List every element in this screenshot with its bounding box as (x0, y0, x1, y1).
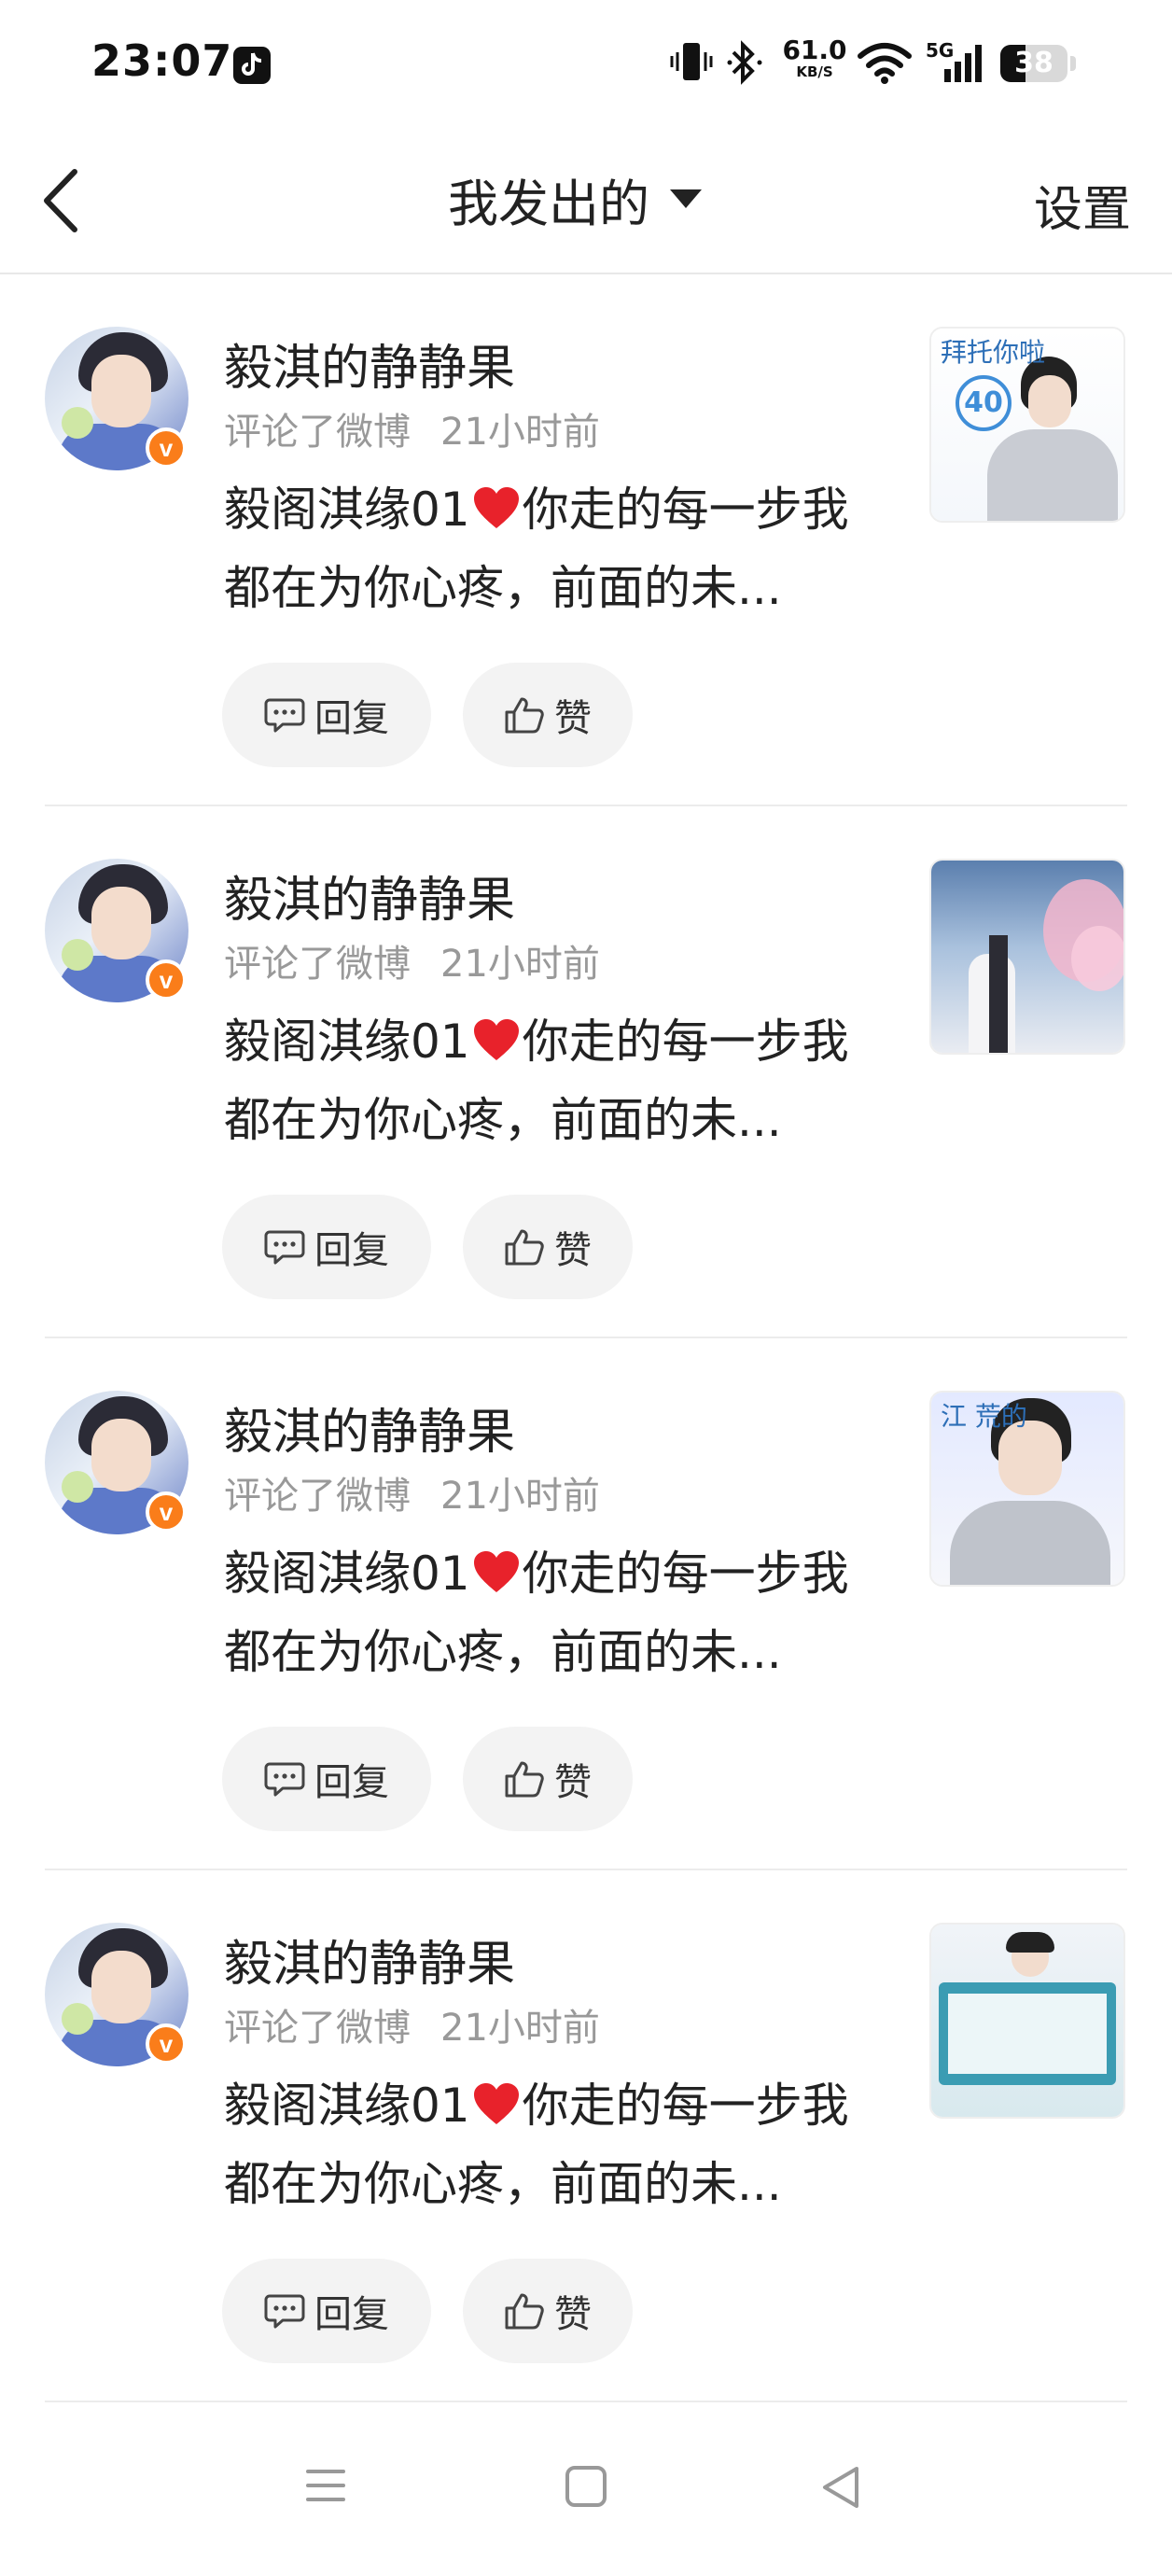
like-button[interactable]: 赞 (463, 1195, 633, 1299)
back-triangle-icon[interactable] (819, 2464, 862, 2511)
comment-feed: v 毅淇的静静果 评论了微博 21小时前 毅阁淇缘01 你走的每一步我都在为你心疼，前面的… (0, 274, 1172, 2402)
action-text: 评论了微博 (224, 2007, 411, 2050)
thumbs-up-icon (505, 697, 544, 734)
comment-text-prefix: 毅阁淇缘01 (224, 1547, 470, 1601)
like-button[interactable]: 赞 (463, 2259, 633, 2363)
verified-badge-icon: v (146, 959, 187, 1001)
weibo-thumbnail[interactable]: 江 荒的 (929, 1391, 1125, 1587)
net-speed: 61.0 KB/S (782, 35, 847, 80)
comment-icon (264, 2294, 305, 2329)
action-text: 评论了微博 (224, 411, 411, 454)
comment-item[interactable]: v 毅淇的静静果评论了微博 21小时前毅阁淇缘01 你走的每一步我都在为你心疼，前面的… (0, 274, 1172, 806)
username[interactable]: 毅淇的静静果 (224, 1925, 515, 1995)
like-label: 赞 (554, 2293, 592, 2336)
reply-label: 回复 (314, 1229, 389, 1272)
weibo-thumbnail[interactable] (929, 859, 1125, 1055)
comment-text[interactable]: 毅阁淇缘01 你走的每一步我都在为你心疼，前面的未... (224, 2066, 877, 2223)
username[interactable]: 毅淇的静静果 (224, 861, 515, 931)
verified-badge-icon: v (146, 2023, 187, 2065)
back-button[interactable] (34, 159, 108, 243)
comment-icon (264, 698, 305, 733)
username[interactable]: 毅淇的静静果 (224, 1393, 515, 1463)
home-icon[interactable] (564, 2464, 608, 2509)
reply-button[interactable]: 回复 (222, 1195, 431, 1299)
like-label: 赞 (554, 1761, 592, 1804)
thumbs-up-icon (505, 1761, 544, 1798)
reply-label: 回复 (314, 2293, 389, 2336)
battery-level: 38 (1014, 47, 1053, 79)
status-time: 23:07 (91, 35, 233, 86)
comment-text-prefix: 毅阁淇缘01 (224, 1015, 470, 1069)
bluetooth-icon (727, 40, 762, 85)
system-nav-bar (0, 2408, 1172, 2576)
comment-meta: 评论了微博 21小时前 (224, 1997, 600, 2051)
status-bar: 23:07 61.0 KB/S 5G 38 (0, 0, 1172, 131)
like-label: 赞 (554, 1229, 592, 1272)
reply-button[interactable]: 回复 (222, 2259, 431, 2363)
settings-button[interactable]: 设置 (1034, 170, 1131, 240)
comment-item[interactable]: v 毅淇的静静果评论了微博 21小时前毅阁淇缘01 你走的每一步我都在为你心疼，前面的… (0, 1870, 1172, 2402)
comment-text-prefix: 毅阁淇缘01 (224, 483, 470, 537)
comment-item[interactable]: v 毅淇的静静果评论了微博 21小时前毅阁淇缘01 你走的每一步我都在为你心疼，前面的… (0, 1338, 1172, 1870)
action-text: 评论了微博 (224, 943, 411, 986)
comment-text[interactable]: 毅阁淇缘01 你走的每一步我都在为你心疼，前面的未... (224, 1002, 877, 1159)
page-title: 我发出的 (448, 174, 649, 233)
thumbs-up-icon (505, 2293, 544, 2330)
like-button[interactable]: 赞 (463, 663, 633, 767)
thumbnail-caption: 江 荒的 (941, 1401, 1027, 1432)
vibrate-icon (670, 43, 713, 80)
comment-text[interactable]: 毅阁淇缘01 你走的每一步我都在为你心疼，前面的未... (224, 470, 877, 627)
top-nav-header: 我发出的 设置 (0, 131, 1172, 274)
wifi-icon (858, 43, 912, 84)
tiktok-notification-icon (233, 47, 271, 84)
comment-meta: 评论了微博 21小时前 (224, 1465, 600, 1519)
heart-emoji-icon (473, 487, 519, 528)
comment-text-prefix: 毅阁淇缘01 (224, 2079, 470, 2133)
comment-icon (264, 1762, 305, 1797)
reply-label: 回复 (314, 1761, 389, 1804)
heart-emoji-icon (473, 2083, 519, 2124)
heart-emoji-icon (473, 1019, 519, 1060)
like-label: 赞 (554, 697, 592, 740)
comment-item[interactable]: v 毅淇的静静果评论了微博 21小时前毅阁淇缘01 你走的每一步我都在为你心疼，前面的… (0, 806, 1172, 1338)
timestamp: 21小时前 (440, 943, 600, 986)
reply-button[interactable]: 回复 (222, 1727, 431, 1831)
username[interactable]: 毅淇的静静果 (224, 329, 515, 399)
comment-icon (264, 1230, 305, 1265)
comment-meta: 评论了微博 21小时前 (224, 933, 600, 987)
timestamp: 21小时前 (440, 2007, 600, 2050)
battery-icon: 38 (1000, 45, 1067, 82)
battery-tip (1070, 56, 1076, 71)
thumbnail-caption: 拜托你啦 (941, 337, 1046, 368)
action-text: 评论了微博 (224, 1475, 411, 1518)
title-dropdown[interactable]: 我发出的 (448, 166, 702, 233)
menu-icon[interactable] (304, 2464, 347, 2507)
verified-badge-icon: v (146, 427, 187, 469)
caret-down-icon (670, 189, 702, 208)
weibo-thumbnail[interactable] (929, 1923, 1125, 2119)
timestamp: 21小时前 (440, 411, 600, 454)
heart-emoji-icon (473, 1551, 519, 1592)
verified-badge-icon: v (146, 1491, 187, 1533)
divider (45, 2401, 1127, 2402)
signal-icon (944, 45, 982, 82)
thumbs-up-icon (505, 1229, 544, 1266)
reply-button[interactable]: 回复 (222, 663, 431, 767)
weibo-thumbnail[interactable]: 40 拜托你啦 (929, 327, 1125, 523)
reply-label: 回复 (314, 697, 389, 740)
like-button[interactable]: 赞 (463, 1727, 633, 1831)
chevron-left-icon (44, 169, 77, 232)
timestamp: 21小时前 (440, 1475, 600, 1518)
comment-meta: 评论了微博 21小时前 (224, 401, 600, 455)
comment-text[interactable]: 毅阁淇缘01 你走的每一步我都在为你心疼，前面的未... (224, 1534, 877, 1691)
